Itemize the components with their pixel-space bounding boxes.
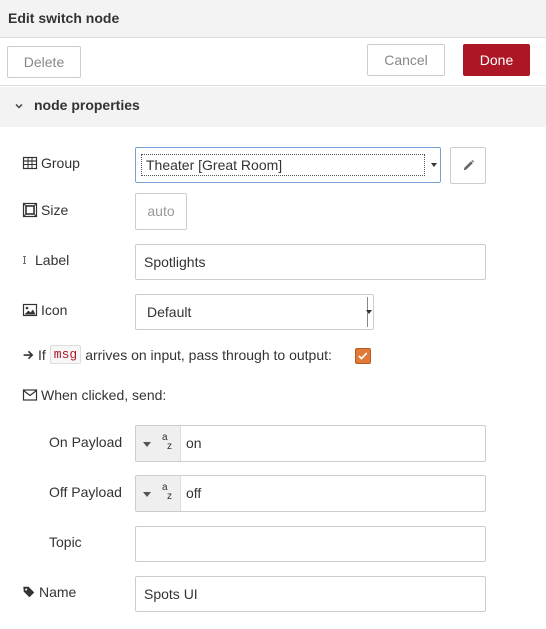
edit-group-button[interactable] [450,147,486,184]
checkmark-icon [358,352,368,360]
table-icon [22,156,38,170]
topic-input[interactable] [135,526,486,562]
chevron-down-icon [15,103,23,109]
on-payload-label: On Payload [49,434,123,450]
caret-down-icon [143,442,151,447]
name-label-text: Name [39,584,77,600]
off-payload-type-button[interactable]: az [136,476,181,511]
on-payload-input[interactable]: az on [135,425,486,462]
cancel-button[interactable]: Cancel [367,44,445,76]
group-select[interactable]: Theater [Great Room] [135,147,441,183]
passthrough-label: If msg arrives on input, pass through to… [22,345,332,364]
pencil-icon [463,159,475,171]
caret-down-icon [431,163,437,167]
label-label: Label [22,252,69,268]
passthrough-checkbox[interactable] [355,348,371,364]
name-label: Name [22,584,76,600]
passthrough-suffix: arrives on input, pass through to output… [85,346,332,363]
icon-select-value: Default [147,304,192,320]
passthrough-prefix: If [38,346,46,363]
size-button[interactable]: auto [135,193,187,230]
size-label-text: Size [41,202,69,218]
done-button[interactable]: Done [463,44,530,76]
icon-label-text: Icon [41,302,68,318]
name-input[interactable]: Spots UI [135,576,486,612]
envelope-icon [22,389,38,401]
on-payload-value: on [186,435,202,451]
dialog-toolbar: Delete Cancel Done [0,38,546,86]
section-title: node properties [34,97,140,113]
label-label-text: Label [35,252,70,268]
when-clicked-label: When clicked, send: [22,387,166,403]
off-payload-input[interactable]: az off [135,475,486,512]
label-input[interactable]: Spotlights [135,244,486,280]
resize-icon [22,202,38,218]
caret-down-icon [143,492,151,497]
group-label: Group [22,155,80,171]
dialog-header: Edit switch node [0,0,546,38]
delete-button[interactable]: Delete [7,46,81,78]
size-label: Size [22,202,68,218]
tag-icon [23,586,35,598]
group-label-text: Group [41,155,80,171]
msg-code: msg [49,345,82,364]
off-payload-label: Off Payload [49,484,122,500]
section-header[interactable]: node properties [0,87,546,127]
on-payload-type-button[interactable]: az [136,426,181,461]
off-payload-value: off [186,485,202,501]
image-icon [22,303,38,317]
arrow-right-icon [23,350,34,359]
when-clicked-text: When clicked, send: [41,387,167,403]
icon-select[interactable]: Default [135,294,374,330]
topic-label: Topic [49,534,82,550]
icon-label: Icon [22,302,67,318]
group-select-value: Theater [Great Room] [141,154,425,176]
text-cursor-icon [23,255,26,265]
caret-down-icon [366,310,372,314]
dialog-title: Edit switch node [8,10,120,26]
